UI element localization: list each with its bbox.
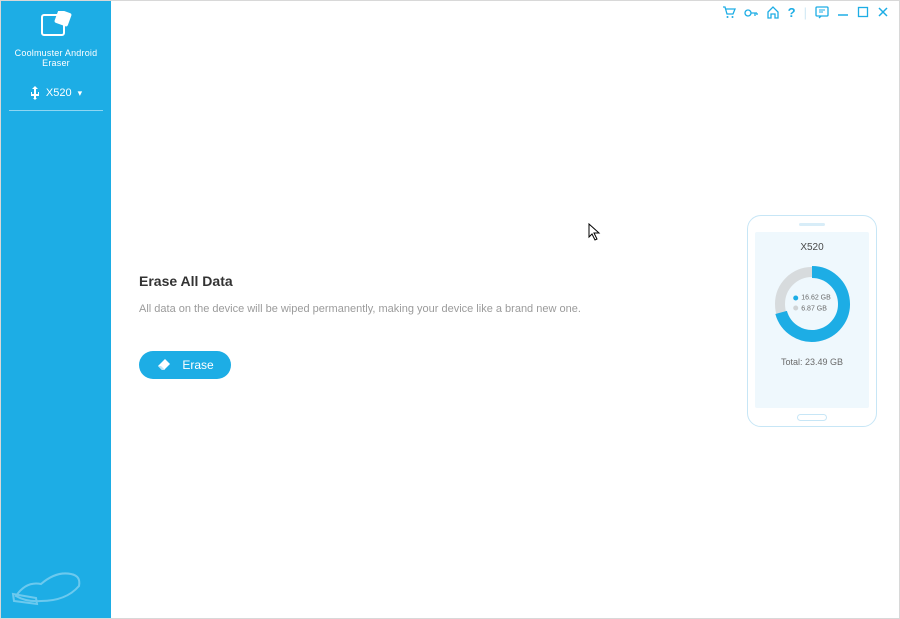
erase-button-label: Erase xyxy=(182,358,213,372)
device-selector[interactable]: X520 ▾ xyxy=(9,86,103,111)
close-button[interactable] xyxy=(877,6,889,18)
usb-icon xyxy=(30,86,40,100)
storage-legend: 16.62 GB 6.87 GB xyxy=(793,294,831,315)
home-icon[interactable] xyxy=(766,6,780,19)
eraser-icon xyxy=(156,358,172,372)
chevron-down-icon: ▾ xyxy=(78,88,83,99)
app-brand: Coolmuster Android Eraser xyxy=(1,1,111,68)
key-icon[interactable] xyxy=(744,6,758,19)
page-description: All data on the device will be wiped per… xyxy=(139,303,619,315)
device-name: X520 xyxy=(46,87,72,99)
legend-free-dot xyxy=(793,306,798,311)
device-storage-card: X520 16.62 GB 6.87 GB Total: 23.49 GB xyxy=(747,215,877,427)
erase-button[interactable]: Erase xyxy=(139,351,231,379)
legend-used-dot xyxy=(793,295,798,300)
storage-device-name: X520 xyxy=(755,242,869,253)
titlebar: ? | xyxy=(111,1,899,23)
main-area: Erase All Data All data on the device wi… xyxy=(111,23,899,618)
legend-used-label: 16.62 GB xyxy=(801,295,831,302)
sidebar: Coolmuster Android Eraser X520 ▾ xyxy=(1,1,111,618)
feedback-icon[interactable] xyxy=(815,6,829,19)
hand-eraser-icon xyxy=(11,546,91,606)
legend-free-label: 6.87 GB xyxy=(801,305,827,312)
mouse-cursor-icon xyxy=(588,223,602,241)
phone-speaker-icon xyxy=(799,223,825,226)
phone-screen: X520 16.62 GB 6.87 GB Total: 23.49 GB xyxy=(755,232,869,408)
titlebar-separator: | xyxy=(804,6,807,19)
phone-home-icon xyxy=(797,414,827,421)
cart-icon[interactable] xyxy=(722,6,736,19)
storage-total: Total: 23.49 GB xyxy=(755,357,869,367)
maximize-button[interactable] xyxy=(857,6,869,18)
storage-donut-chart: 16.62 GB 6.87 GB xyxy=(771,263,853,345)
erase-panel: Erase All Data All data on the device wi… xyxy=(139,273,619,379)
minimize-button[interactable] xyxy=(837,6,849,18)
page-title: Erase All Data xyxy=(139,273,619,289)
help-button[interactable]: ? xyxy=(788,6,796,19)
app-name: Coolmuster Android Eraser xyxy=(1,48,111,68)
app-logo-icon xyxy=(38,11,74,39)
